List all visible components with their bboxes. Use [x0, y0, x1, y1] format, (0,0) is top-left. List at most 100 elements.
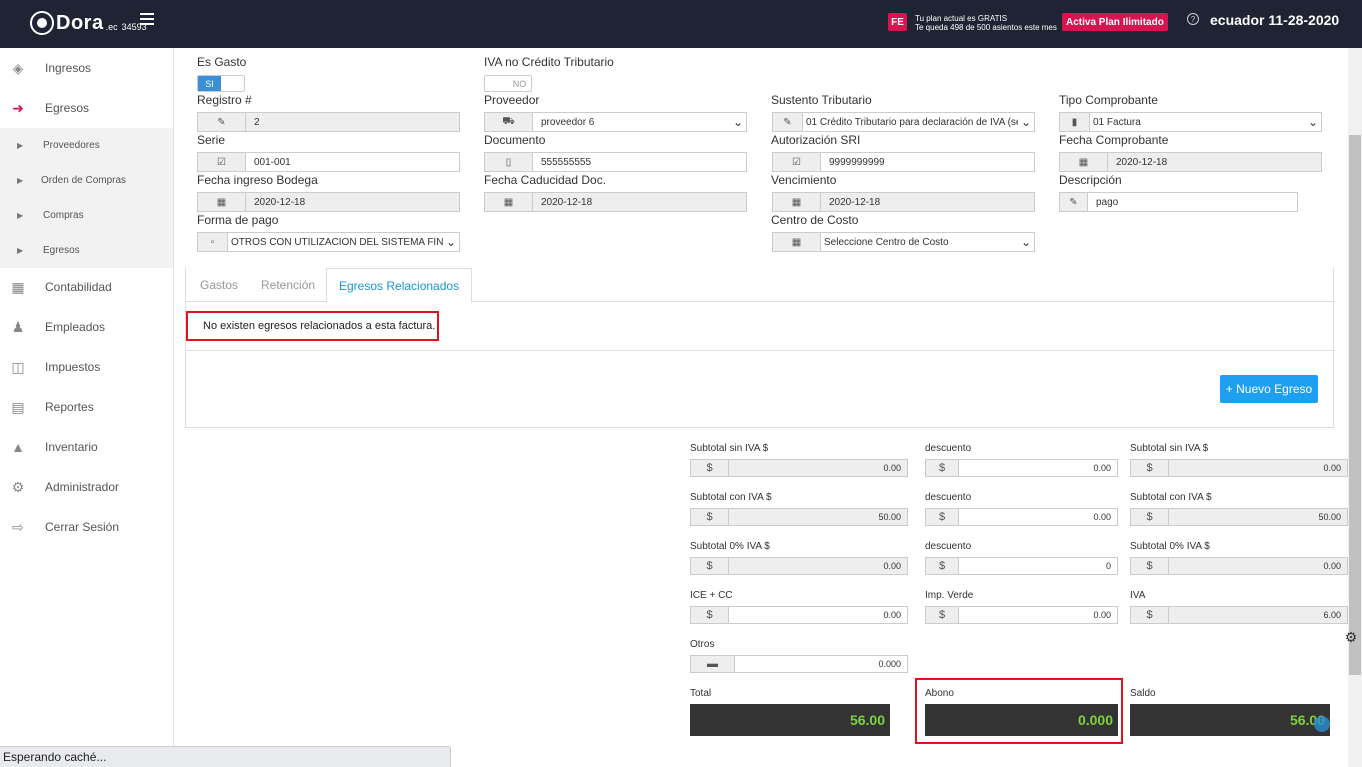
- iva-credito-toggle[interactable]: NO: [484, 75, 532, 92]
- es-gasto-toggle[interactable]: SI: [197, 75, 245, 92]
- sustento-value: 01 Crédito Tributario para declaración d…: [806, 116, 1018, 128]
- serie-input[interactable]: ☑ 001-001: [197, 152, 460, 172]
- tipo-comprobante-select[interactable]: ▮ 01 Factura ⌄: [1059, 112, 1322, 132]
- edit-icon: ✎: [1060, 193, 1088, 211]
- submenu-item-proveedores[interactable]: ▶ Proveedores: [0, 128, 173, 163]
- registro-field: ✎ 2: [197, 112, 460, 132]
- fecha-caducidad-field[interactable]: ▦ 2020-12-18: [484, 192, 747, 212]
- caret-right-icon: ▶: [17, 176, 24, 185]
- help-icon[interactable]: ?: [1187, 13, 1199, 25]
- plan-line-1: Tu plan actual es GRATIS: [915, 14, 1008, 23]
- money-bag-icon: ◈: [12, 59, 24, 76]
- logo-ec: .ec: [105, 22, 118, 32]
- sidebar-item-empleados[interactable]: ♟ Empleados: [0, 307, 173, 347]
- abono-value[interactable]: 0.000: [925, 704, 1118, 736]
- sustento-select[interactable]: ✎ 01 Crédito Tributario para declaración…: [772, 112, 1035, 132]
- empty-message: No existen egresos relacionados a esta f…: [186, 311, 439, 341]
- settings-gear-icon[interactable]: ⚙: [1342, 628, 1360, 646]
- subtotal-con-iva-value-2: 50.00: [1169, 509, 1347, 525]
- otros-value: 0.000: [878, 659, 901, 669]
- tab-egresos-relacionados[interactable]: Egresos Relacionados: [326, 268, 473, 303]
- fecha-comprobante-value: 2020-12-18: [1108, 153, 1321, 171]
- descuento-input-2[interactable]: $ 0.00: [925, 508, 1118, 526]
- imp-verde-value: 0.00: [1093, 610, 1111, 620]
- tab-retencion[interactable]: Retención: [261, 268, 315, 302]
- documento-input[interactable]: ▯ 555555555: [484, 152, 747, 172]
- sidebar-item-impuestos[interactable]: ◫ Impuestos: [0, 347, 173, 387]
- subtotal-con-iva-field: $ 50.00: [690, 508, 908, 526]
- forma-pago-select[interactable]: ▫ OTROS CON UTILIZACION DEL SISTEMA FINA…: [197, 232, 460, 252]
- submenu-item-label: Orden de Compras: [41, 175, 127, 186]
- submenu-item-label: Proveedores: [43, 140, 100, 151]
- chevron-down-icon: ⌄: [1307, 115, 1319, 129]
- registro-value: 2: [246, 113, 459, 131]
- top-bar: Dora .ec 34593 FE Tu plan actual es GRAT…: [0, 0, 1362, 48]
- centro-costo-select[interactable]: ▦ Seleccione Centro de Costo ⌄: [772, 232, 1035, 252]
- chat-bubble-icon[interactable]: [1314, 716, 1330, 732]
- outgoing-icon: ➜: [12, 99, 24, 116]
- submenu-item-orden-compras[interactable]: ▶ Orden de Compras: [0, 163, 173, 198]
- subtotal-0-label-2: Subtotal 0% IVA $: [1130, 541, 1210, 552]
- chevron-down-icon: ⌄: [445, 235, 457, 249]
- forma-pago-label: Forma de pago: [197, 213, 279, 227]
- fecha-comprobante-field[interactable]: ▦ 2020-12-18: [1059, 152, 1322, 172]
- user-info[interactable]: ecuador 11-28-2020: [1210, 12, 1339, 28]
- fecha-comprobante-label: Fecha Comprobante: [1059, 133, 1169, 147]
- descuento-input-1[interactable]: $ 0.00: [925, 459, 1118, 477]
- fecha-bodega-field[interactable]: ▦ 2020-12-18: [197, 192, 460, 212]
- calendar-icon: ▦: [198, 193, 246, 211]
- currency-icon: $: [691, 509, 729, 525]
- fecha-caducidad-value: 2020-12-18: [533, 193, 746, 211]
- vencimiento-field[interactable]: ▦ 2020-12-18: [772, 192, 1035, 212]
- ice-input[interactable]: $ 0.00: [690, 606, 908, 624]
- plan-line-2: Te queda 498 de 500 asientos este mes: [915, 23, 1057, 32]
- sidebar-item-label: Administrador: [45, 480, 120, 494]
- sidebar-item-label: Inventario: [45, 440, 98, 454]
- subtotal-0-field: $ 0.00: [690, 557, 908, 575]
- otros-input[interactable]: ▬ 0.000: [690, 655, 908, 673]
- app-logo[interactable]: Dora .ec 34593: [30, 11, 147, 35]
- subtotal-0-label: Subtotal 0% IVA $: [690, 541, 770, 552]
- submenu-item-compras[interactable]: ▶ Compras: [0, 198, 173, 233]
- sidebar-item-reportes[interactable]: ▤ Reportes: [0, 387, 173, 427]
- sidebar-item-egresos[interactable]: ➜ Egresos: [0, 88, 173, 128]
- sidebar-item-ingresos[interactable]: ◈ Ingresos: [0, 48, 173, 88]
- descuento-value-3: 0: [1105, 561, 1111, 571]
- calendar-icon: ▦: [485, 193, 533, 211]
- currency-icon: $: [691, 460, 729, 476]
- descuento-input-3[interactable]: $ 0: [925, 557, 1118, 575]
- subtotal-0-value: 0.00: [729, 558, 907, 574]
- subtotal-sin-iva-field: $ 0.00: [690, 459, 908, 477]
- forma-pago-value: OTROS CON UTILIZACION DEL SISTEMA FINANC: [231, 236, 443, 248]
- sidebar-item-contabilidad[interactable]: ▦ Contabilidad: [0, 267, 173, 307]
- scrollbar[interactable]: [1348, 48, 1362, 767]
- imp-verde-input[interactable]: $ 0.00: [925, 606, 1118, 624]
- centro-costo-value: Seleccione Centro de Costo: [824, 236, 949, 248]
- sidebar-item-cerrar-sesion[interactable]: ⇨ Cerrar Sesión: [0, 507, 173, 547]
- fe-badge: FE: [888, 13, 907, 31]
- ice-label: ICE + CC: [690, 590, 733, 601]
- registro-label: Registro #: [197, 93, 252, 107]
- documento-value: 555555555: [541, 156, 592, 168]
- autorizacion-value: 9999999999: [829, 156, 885, 168]
- subtotal-0-field-2: $ 0.00: [1130, 557, 1348, 575]
- hamburger-menu-icon[interactable]: [140, 13, 154, 27]
- tab-gastos[interactable]: Gastos: [200, 268, 238, 302]
- iva-total-label: IVA: [1130, 590, 1146, 601]
- vencimiento-value: 2020-12-18: [821, 193, 1034, 211]
- logo-text: Dora: [56, 11, 104, 34]
- otros-label: Otros: [690, 639, 715, 650]
- nuevo-egreso-button[interactable]: + Nuevo Egreso: [1220, 375, 1318, 403]
- saldo-label: Saldo: [1130, 688, 1156, 699]
- descripcion-input[interactable]: ✎ pago: [1059, 192, 1298, 212]
- proveedor-select[interactable]: ⛟ proveedor 6 ⌄: [484, 112, 747, 132]
- main-content: Es Gasto SI IVA no Crédito Tributario NO…: [175, 48, 1348, 767]
- submenu-item-egresos[interactable]: ▶ Egresos: [0, 233, 173, 268]
- activate-plan-button[interactable]: Activa Plan Ilimitado: [1062, 13, 1168, 31]
- sidebar-item-inventario[interactable]: ▲ Inventario: [0, 427, 173, 467]
- serie-value: 001-001: [254, 156, 291, 168]
- sidebar-item-administrador[interactable]: ⚙ Administrador: [0, 467, 173, 507]
- autorizacion-input[interactable]: ☑ 9999999999: [772, 152, 1035, 172]
- ice-value: 0.00: [883, 610, 901, 620]
- scroll-thumb[interactable]: [1349, 135, 1361, 675]
